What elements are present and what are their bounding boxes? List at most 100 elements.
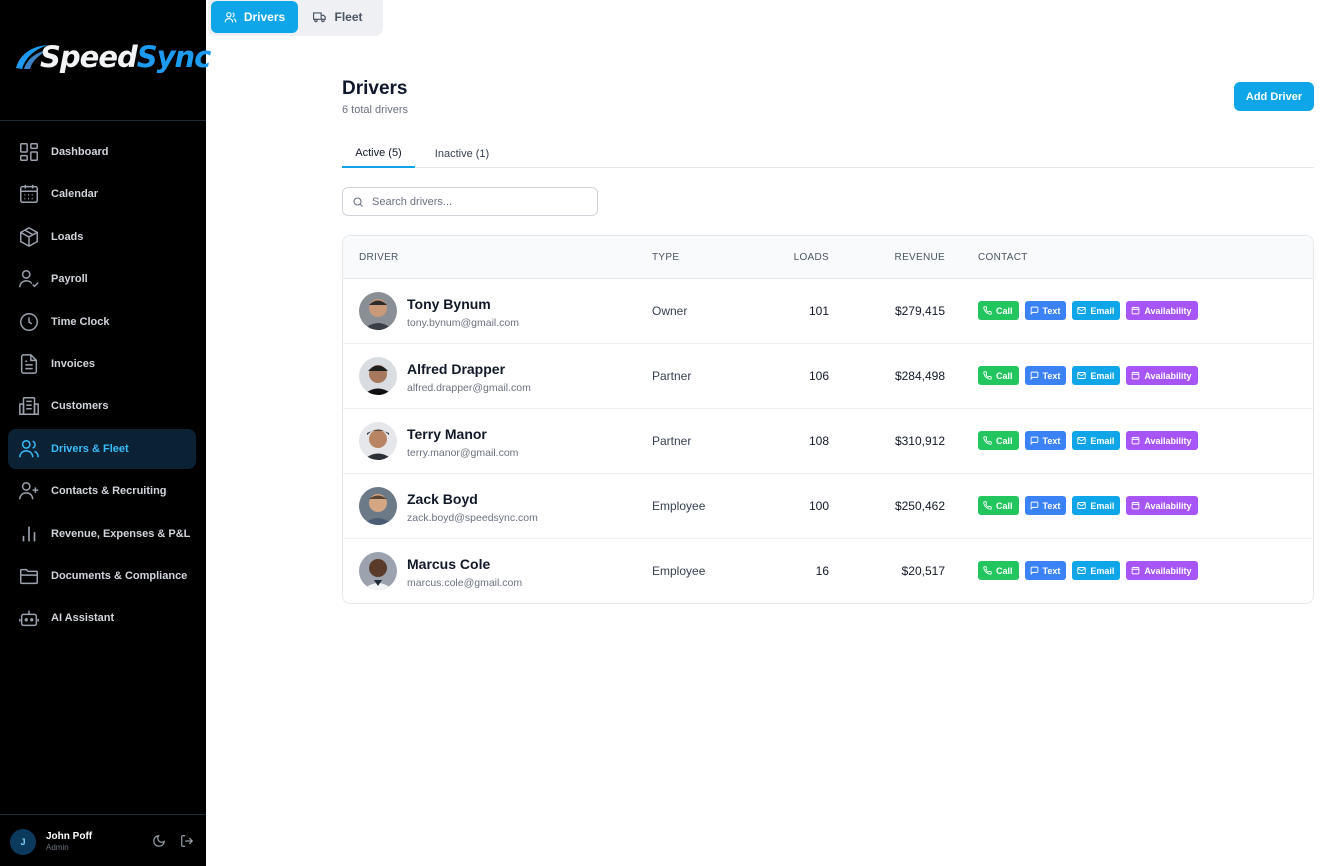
driver-avatar bbox=[359, 487, 397, 525]
header-revenue[interactable]: REVENUE bbox=[895, 252, 945, 263]
sidebar-item-label: Contacts & Recruiting bbox=[51, 485, 167, 498]
driver-revenue: $310,912 bbox=[894, 434, 945, 448]
sidebar-item-time-clock[interactable]: Time Clock bbox=[8, 302, 196, 342]
sidebar-footer-divider bbox=[0, 814, 206, 815]
avatar[interactable]: J bbox=[10, 829, 36, 855]
driver-email: alfred.drapper@gmail.com bbox=[407, 382, 531, 394]
sidebar-item-label: Drivers & Fleet bbox=[51, 442, 129, 455]
speedsync-logo[interactable]: SpeedSync bbox=[14, 38, 211, 78]
text-button[interactable]: Text bbox=[1024, 496, 1067, 515]
availability-button[interactable]: Availability bbox=[1126, 561, 1198, 580]
availability-button[interactable]: Availability bbox=[1126, 301, 1198, 320]
text-button[interactable]: Text bbox=[1024, 431, 1067, 450]
text-button[interactable]: Text bbox=[1024, 366, 1067, 385]
tab-active[interactable]: Active (5) bbox=[342, 140, 415, 168]
users-icon bbox=[224, 11, 237, 22]
contact-actions: Call Text Email Availability bbox=[978, 496, 1198, 515]
driver-email: tony.bynum@gmail.com bbox=[407, 317, 520, 329]
users-icon bbox=[18, 438, 40, 460]
sidebar: SpeedSync Dashboard Calendar Loads Payro… bbox=[0, 0, 211, 866]
logout-icon[interactable] bbox=[180, 834, 194, 853]
contact-actions: Call Text Email Availability bbox=[978, 431, 1198, 450]
availability-button[interactable]: Availability bbox=[1126, 366, 1198, 385]
email-button[interactable]: Email bbox=[1072, 431, 1121, 450]
sidebar-item-contacts-recruiting[interactable]: Contacts & Recruiting bbox=[8, 471, 196, 511]
message-icon bbox=[1030, 566, 1038, 575]
call-button[interactable]: Call bbox=[978, 496, 1019, 515]
logo-speed-text: Speed bbox=[40, 40, 138, 74]
availability-button[interactable]: Availability bbox=[1126, 496, 1198, 515]
sidebar-item-label: Calendar bbox=[51, 188, 99, 201]
header-loads[interactable]: LOADS bbox=[794, 252, 829, 263]
driver-loads: 106 bbox=[808, 369, 829, 383]
box-icon bbox=[18, 226, 40, 248]
email-button[interactable]: Email bbox=[1072, 496, 1121, 515]
call-button[interactable]: Call bbox=[978, 561, 1019, 580]
text-button[interactable]: Text bbox=[1024, 561, 1067, 580]
message-icon bbox=[1030, 306, 1038, 315]
sidebar-item-label: Documents & Compliance bbox=[51, 569, 188, 582]
sidebar-item-label: Customers bbox=[51, 400, 109, 413]
text-button[interactable]: Text bbox=[1024, 301, 1067, 320]
driver-name[interactable]: Marcus Cole bbox=[407, 556, 490, 572]
sidebar-item-customers[interactable]: Customers bbox=[8, 386, 196, 426]
tab-inactive[interactable]: Inactive (1) bbox=[422, 140, 502, 168]
email-button[interactable]: Email bbox=[1072, 301, 1121, 320]
user-check-icon bbox=[18, 268, 40, 290]
table-row[interactable]: Alfred Drapper alfred.drapper@gmail.com … bbox=[343, 344, 1313, 409]
user-plus-icon bbox=[18, 480, 40, 502]
message-icon bbox=[1030, 371, 1038, 380]
driver-name[interactable]: Alfred Drapper bbox=[407, 361, 505, 377]
call-button[interactable]: Call bbox=[978, 366, 1019, 385]
availability-button[interactable]: Availability bbox=[1126, 431, 1198, 450]
sidebar-item-label: Payroll bbox=[51, 273, 88, 286]
call-button[interactable]: Call bbox=[978, 431, 1019, 450]
driver-avatar bbox=[359, 422, 397, 460]
driver-revenue: $284,498 bbox=[894, 369, 945, 383]
search-input[interactable] bbox=[372, 195, 582, 208]
driver-name[interactable]: Terry Manor bbox=[407, 426, 487, 442]
tab-drivers[interactable]: Drivers bbox=[211, 1, 298, 33]
sidebar-item-invoices[interactable]: Invoices bbox=[8, 344, 196, 384]
sidebar-item-payroll[interactable]: Payroll bbox=[8, 259, 196, 299]
sidebar-item-dashboard[interactable]: Dashboard bbox=[8, 132, 196, 172]
email-button[interactable]: Email bbox=[1072, 561, 1121, 580]
calendar-icon bbox=[1132, 501, 1140, 510]
user-name: John Poff bbox=[46, 831, 93, 843]
sidebar-item-documents-compliance[interactable]: Documents & Compliance bbox=[8, 556, 196, 596]
sidebar-item-ai-assistant[interactable]: AI Assistant bbox=[8, 598, 196, 638]
email-button[interactable]: Email bbox=[1072, 366, 1121, 385]
header-type[interactable]: TYPE bbox=[652, 252, 679, 263]
sidebar-item-drivers-fleet[interactable]: Drivers & Fleet bbox=[8, 428, 196, 469]
add-driver-button[interactable]: Add Driver bbox=[1234, 82, 1314, 111]
mail-icon bbox=[1077, 502, 1087, 509]
header-driver[interactable]: DRIVER bbox=[359, 252, 399, 263]
driver-loads: 100 bbox=[808, 499, 829, 513]
mail-icon bbox=[1077, 307, 1087, 314]
search-icon bbox=[353, 196, 363, 207]
driver-type: Partner bbox=[652, 434, 692, 448]
table-row[interactable]: Marcus Cole marcus.cole@gmail.com Employ… bbox=[343, 539, 1313, 603]
table-row[interactable]: Terry Manor terry.manor@gmail.com Partne… bbox=[343, 409, 1313, 474]
bot-icon bbox=[18, 607, 40, 629]
driver-name[interactable]: Tony Bynum bbox=[407, 296, 491, 312]
table-row[interactable]: Tony Bynum tony.bynum@gmail.com Owner 10… bbox=[343, 279, 1313, 344]
call-button[interactable]: Call bbox=[978, 301, 1019, 320]
sidebar-item-label: Time Clock bbox=[51, 315, 110, 328]
driver-name[interactable]: Zack Boyd bbox=[407, 491, 478, 507]
sidebar-item-label: Invoices bbox=[51, 357, 96, 370]
sidebar-item-revenue-expenses[interactable]: Revenue, Expenses & P&L bbox=[8, 514, 196, 554]
moon-icon[interactable] bbox=[152, 834, 166, 853]
phone-icon bbox=[983, 306, 992, 315]
table-row[interactable]: Zack Boyd zack.boyd@speedsync.com Employ… bbox=[343, 474, 1313, 539]
driver-loads: 101 bbox=[808, 304, 829, 318]
sidebar-nav: Dashboard Calendar Loads Payroll Time Cl… bbox=[8, 132, 196, 641]
tab-fleet[interactable]: Fleet bbox=[298, 1, 378, 33]
contact-actions: Call Text Email Availability bbox=[978, 366, 1198, 385]
sidebar-item-label: Loads bbox=[51, 230, 84, 243]
sidebar-item-loads[interactable]: Loads bbox=[8, 217, 196, 257]
mail-icon bbox=[1077, 437, 1087, 444]
calendar-icon bbox=[1132, 566, 1140, 575]
header-contact: CONTACT bbox=[978, 252, 1028, 263]
sidebar-item-calendar[interactable]: Calendar bbox=[8, 174, 196, 214]
